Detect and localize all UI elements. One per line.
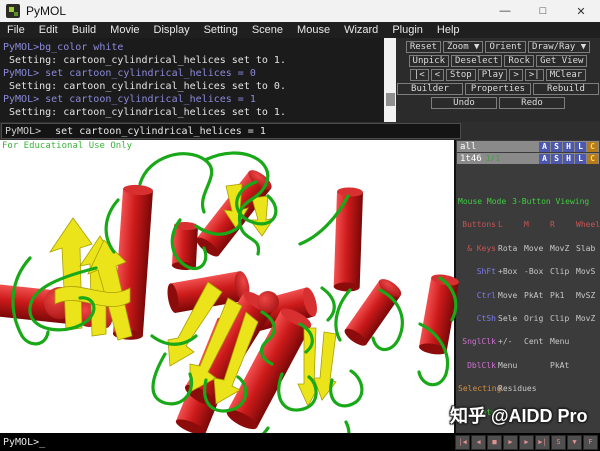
orient-button[interactable]: Orient [485,41,526,53]
console-line: PyMOL> set cartoon_cylindrical_helices =… [3,67,384,80]
menu-build[interactable]: Build [65,24,103,36]
vcr-stop-button[interactable]: ■ [487,435,502,450]
mouse-mode-title[interactable]: Mouse Mode 3-Button Viewing [458,198,600,206]
mouse-row-shift: ShFt +Box -Box Clip MovS [458,268,600,276]
color-button[interactable]: C [587,154,598,164]
bottom-bar: PyMOL>_ |◀ ◀ ■ ▶ ▶ ▶| S ▼ F [0,433,600,451]
getview-button[interactable]: Get View [536,55,587,67]
hide-button[interactable]: H [563,142,574,152]
play-button[interactable]: Play [478,69,508,81]
console-line: PyMOL> set cartoon_cylindrical_helices =… [3,93,384,106]
side-panel: all A S H L C 1t46 1/1 A S H L C [456,140,600,433]
stop-button[interactable]: Stop [446,69,476,81]
console-line: Setting: cartoon_cylindrical_helices set… [3,54,384,67]
vcr-seq-button[interactable]: S [551,435,566,450]
menu-plugin[interactable]: Plugin [385,24,430,36]
minimize-button[interactable]: — [486,0,524,22]
object-state: 1/1 [486,154,500,163]
zoom-dropdown[interactable]: Zoom ▼ [443,41,484,53]
rebuild-button[interactable]: Rebuild [533,83,599,95]
vcr-last-button[interactable]: ▶| [535,435,550,450]
console-scrollbar-thumb[interactable] [386,93,395,106]
menu-mouse[interactable]: Mouse [290,24,337,36]
deselect-button[interactable]: Deselect [451,55,502,67]
educational-notice: For Educational Use Only [2,141,132,151]
show-button[interactable]: S [551,142,562,152]
builder-button[interactable]: Builder [397,83,463,95]
vcr-rock-button[interactable]: ▼ [567,435,582,450]
menu-display[interactable]: Display [147,24,197,36]
vcr-controls: |◀ ◀ ■ ▶ ▶ ▶| S ▼ F [454,435,598,450]
mouse-row-snglclk: SnglClk +/- Cent Menu [458,338,600,346]
drawray-dropdown[interactable]: Draw/Ray ▼ [528,41,590,53]
label-button[interactable]: L [575,154,586,164]
console-line: Setting: cartoon_cylindrical_helices set… [3,80,384,93]
back-button[interactable]: < [431,69,444,81]
object-row-1t46[interactable]: 1t46 1/1 A S H L C [457,153,599,164]
action-button[interactable]: A [539,154,550,164]
console-log[interactable]: PyMOL>bg_color white Setting: cartoon_cy… [0,38,384,122]
console-line: Setting: cartoon_cylindrical_helices set… [3,106,384,119]
vcr-play-button[interactable]: ▶ [503,435,518,450]
menu-movie[interactable]: Movie [103,24,146,36]
mouse-row-buttons: Buttons L M R Wheel [458,221,600,229]
menu-bar: File Edit Build Movie Display Setting Sc… [0,22,600,38]
command-prompt: PyMOL> [5,126,41,137]
pymol-app-icon [6,4,20,18]
close-button[interactable]: ✕ [562,0,600,22]
color-button[interactable]: C [587,142,598,152]
rewind-button[interactable]: |< [410,69,429,81]
hide-button[interactable]: H [563,154,574,164]
window-title: PyMOL [26,4,66,18]
molecule-viewport[interactable]: For Educational Use Only [0,140,456,433]
properties-button[interactable]: Properties [465,83,531,95]
mouse-mode-panel: Mouse Mode 3-Button Viewing Buttons L M … [456,182,600,434]
rock-button[interactable]: Rock [504,55,534,67]
action-button[interactable]: A [539,142,550,152]
label-button[interactable]: L [575,142,586,152]
redo-button[interactable]: Redo [499,97,565,109]
menu-help[interactable]: Help [430,24,467,36]
mclear-button[interactable]: MClear [546,69,587,81]
mouse-row-keys: & Keys Rota Move MovZ Slab [458,245,600,253]
menu-setting[interactable]: Setting [197,24,245,36]
vcr-back-button[interactable]: ◀ [471,435,486,450]
vcr-forward-button[interactable]: ▶ [519,435,534,450]
mouse-row-dblclk: DblClk Menu PkAt [458,362,600,370]
zhihu-watermark: 知乎 @AIDD Pro [450,402,588,428]
object-row-all[interactable]: all A S H L C [457,141,599,152]
bottom-command-prompt[interactable]: PyMOL>_ [3,437,454,448]
end-button[interactable]: >| [525,69,544,81]
command-bar: PyMOL> set cartoon_cylindrical_helices =… [0,122,600,140]
control-panel: Reset Zoom ▼ Orient Draw/Ray ▼ Unpick De… [396,38,600,122]
title-bar: PyMOL — □ ✕ [0,0,600,22]
show-button[interactable]: S [551,154,562,164]
undo-button[interactable]: Undo [431,97,497,109]
console-line: PyMOL>bg_color white [3,41,384,54]
vcr-fullscreen-button[interactable]: F [583,435,598,450]
mouse-row-ctrl: Ctrl Move PkAt Pk1 MvSZ [458,292,600,300]
menu-wizard[interactable]: Wizard [337,24,385,36]
command-input[interactable]: PyMOL> set cartoon_cylindrical_helices =… [1,123,461,139]
maximize-button[interactable]: □ [524,0,562,22]
menu-scene[interactable]: Scene [245,24,290,36]
menu-file[interactable]: File [0,24,32,36]
forward-button[interactable]: > [509,69,522,81]
console-scrollbar[interactable] [384,38,396,122]
command-value: set cartoon_cylindrical_helices = 1 [55,126,266,137]
unpick-button[interactable]: Unpick [409,55,450,67]
menu-edit[interactable]: Edit [32,24,65,36]
mouse-row-ctsh: CtSh Sele Orig Clip MovZ [458,315,600,323]
reset-button[interactable]: Reset [406,41,441,53]
pymol-window: PyMOL — □ ✕ File Edit Build Movie Displa… [0,0,600,451]
mouse-row-selecting[interactable]: Selecting Residues [458,385,600,393]
molecule-render [0,140,464,433]
vcr-first-button[interactable]: |◀ [455,435,470,450]
